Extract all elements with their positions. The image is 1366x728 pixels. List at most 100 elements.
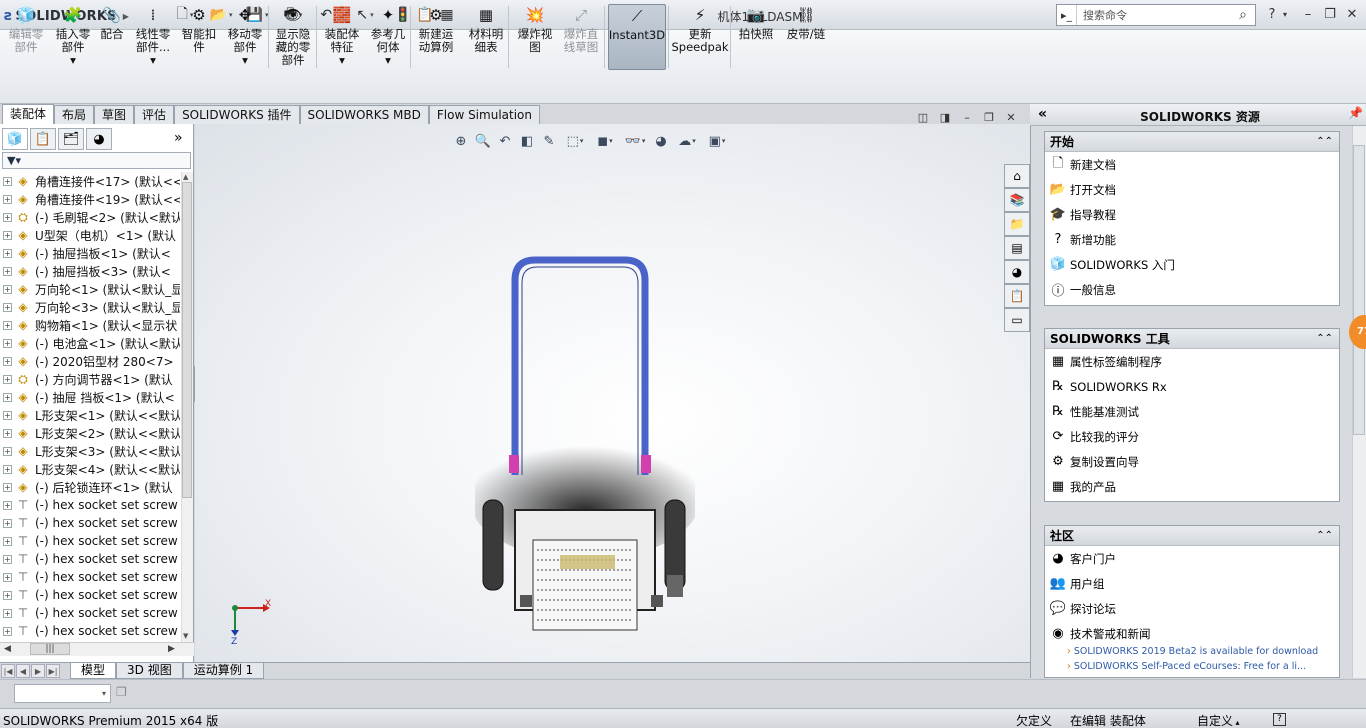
tree-item[interactable]: + ⊤ (-) hex socket set screw (0, 496, 180, 514)
view-settings-icon[interactable]: ▣ ▾ (702, 130, 732, 152)
prev-tab-icon[interactable]: ◀ (16, 664, 30, 678)
tile-icon[interactable]: ◫ (912, 111, 934, 125)
resource-link[interactable]: 🎓 指导教程 (1045, 202, 1339, 227)
expand-icon[interactable]: + (3, 500, 12, 510)
tree-item[interactable]: + ◈ L形支架<1> (默认<<默认 (0, 406, 180, 424)
bottom-tab-0[interactable]: 模型 (70, 663, 117, 679)
tree-item[interactable]: + ◈ (-) 抽屉挡板<1> (默认< (0, 244, 180, 262)
search-input[interactable]: 搜索命令 (1077, 7, 1231, 23)
tab-3[interactable]: 评估 (134, 105, 175, 124)
close-button[interactable]: ✕ (1342, 4, 1362, 24)
ribbon-bom-button[interactable]: ▦ 材料明 细表 (462, 4, 510, 70)
chevron-down-icon[interactable]: ▾ (722, 137, 726, 145)
restore-button[interactable]: ❐ (1320, 4, 1340, 24)
tree-item[interactable]: + ⊤ (-) hex socket set screw (0, 550, 180, 568)
file-explorer-icon[interactable]: 📁 (1004, 212, 1030, 236)
config-manager-icon[interactable]: 🗂 (58, 128, 84, 150)
expand-icon[interactable]: + (3, 446, 12, 456)
tree-scrollbar-thumb[interactable] (182, 182, 192, 498)
tab-0[interactable]: 装配体 (2, 104, 55, 124)
design-library-icon[interactable]: 📚 (1004, 188, 1030, 212)
hide-show-icon[interactable]: 👓 ▾ (620, 130, 650, 152)
resource-link[interactable]: ? 新增功能 (1045, 227, 1339, 252)
tree-item[interactable]: + ⛭ (-) 方向调节器<1> (默认 (0, 370, 180, 388)
scroll-left-icon[interactable]: ◀ (4, 644, 11, 654)
resource-link[interactable]: 🗋 新建文档 (1045, 152, 1339, 177)
expand-icon[interactable]: + (3, 518, 12, 528)
ribbon-snapshot-button[interactable]: 📷 拍快照 (734, 4, 778, 70)
expand-icon[interactable]: + (3, 176, 12, 186)
section-view-icon[interactable]: ◧ (516, 130, 538, 152)
doc-restore-button[interactable]: ❐ (978, 111, 1000, 125)
section-header[interactable]: 开始 ⌃⌃ (1045, 132, 1339, 152)
tree-item[interactable]: + ◈ 万向轮<3> (默认<默认_显 (0, 298, 180, 316)
units-selector[interactable]: 自定义 ▴ (1197, 712, 1240, 728)
zoom-fit-icon[interactable]: ⊕ (450, 130, 472, 152)
chevron-down-icon[interactable]: ▾ (580, 137, 584, 145)
expand-icon[interactable]: + (3, 266, 12, 276)
resource-link[interactable]: 🧊 SOLIDWORKS 入门 (1045, 252, 1339, 277)
feature-manager-icon[interactable]: 🧊 (2, 128, 28, 150)
zoom-area-icon[interactable]: 🔍 (472, 130, 494, 152)
task-pane-scroll-thumb[interactable] (1353, 145, 1365, 435)
ribbon-mate-button[interactable]: 📎 配合 (96, 4, 128, 70)
ribbon-ref-geometry-button[interactable]: ✦ 参考几 何体 ▾ (366, 4, 410, 70)
tree-item[interactable]: + ◈ 角槽连接件<19> (默认<< (0, 190, 180, 208)
property-manager-icon[interactable]: 📋 (30, 128, 56, 150)
tree-item[interactable]: + ⊤ (-) hex socket set screw (0, 604, 180, 622)
resource-link[interactable]: 👥 用户组 (1045, 571, 1339, 596)
tab-2[interactable]: 草图 (94, 105, 135, 124)
tab-6[interactable]: Flow Simulation (428, 105, 540, 124)
edit-appearance-icon[interactable]: ◕ (650, 130, 672, 152)
forum-icon[interactable]: ▭ (1004, 308, 1030, 332)
collapse-section-icon[interactable]: ⌃⌃ (1316, 132, 1333, 152)
tree-item[interactable]: + ◈ L形支架<4> (默认<<默认 (0, 460, 180, 478)
search-icon[interactable]: ⌕ (1231, 7, 1255, 23)
scene-icon[interactable]: ☁ ▾ (672, 130, 702, 152)
config-combo[interactable]: ▾ (14, 684, 111, 703)
tree-item[interactable]: + ◈ U型架（电机）<1> (默认 (0, 226, 180, 244)
collapse-section-icon[interactable]: ⌃⌃ (1316, 329, 1333, 349)
chevron-down-icon[interactable]: ▾ (642, 137, 646, 145)
tree-item[interactable]: + ⊤ (-) hex socket set screw (0, 532, 180, 550)
scroll-right-icon[interactable]: ▶ (168, 644, 175, 654)
expand-icon[interactable]: + (3, 356, 12, 366)
tile-alt-icon[interactable]: ◨ (934, 111, 956, 125)
display-style-icon[interactable]: ◼ ▾ (590, 130, 620, 152)
tree-item[interactable]: + ◈ L形支架<2> (默认<<默认 (0, 424, 180, 442)
tree-item[interactable]: + ⊤ (-) hex socket set screw (0, 568, 180, 586)
expand-icon[interactable]: + (3, 230, 12, 240)
ribbon-edit-component-button[interactable]: 🧊 编辑零 部件 (2, 4, 50, 70)
resource-link[interactable]: ⚙ 复制设置向导 (1045, 449, 1339, 474)
expand-icon[interactable]: + (3, 464, 12, 474)
ribbon-explode-line-button[interactable]: ⤢ 爆炸直 线草图 (558, 4, 604, 70)
view-palette-icon[interactable]: ▤ (1004, 236, 1030, 260)
tree-item[interactable]: + ◈ 角槽连接件<17> (默认<< (0, 172, 180, 190)
tree-item[interactable]: + ⛭ (-) 毛刷辊<2> (默认<默认 (0, 208, 180, 226)
previous-view-icon[interactable]: ↶ (494, 130, 516, 152)
hscroll-thumb[interactable]: ||| (30, 643, 70, 655)
dynamic-annotation-icon[interactable]: ✎ (538, 130, 560, 152)
chevron-double-right-icon[interactable]: » (174, 130, 183, 146)
ribbon-linear-pattern-button[interactable]: ⁞ 线性零 部件... ▾ (130, 4, 176, 70)
last-tab-icon[interactable]: ▶| (46, 664, 60, 678)
tree-item[interactable]: + ◈ (-) 抽屉 挡板<1> (默认< (0, 388, 180, 406)
resource-link[interactable]: ⟳ 比较我的评分 (1045, 424, 1339, 449)
expand-icon[interactable]: + (3, 338, 12, 348)
tree-item[interactable]: + ◈ 购物箱<1> (默认<显示状 (0, 316, 180, 334)
ribbon-explode-button[interactable]: 💥 爆炸视图 (512, 4, 558, 70)
expand-icon[interactable]: + (3, 410, 12, 420)
tree-item[interactable]: + ◈ 万向轮<1> (默认<默认_显 (0, 280, 180, 298)
tab-4[interactable]: SOLIDWORKS 插件 (174, 105, 300, 124)
bottom-tab-2[interactable]: 运动算例 1 (182, 663, 265, 679)
expand-icon[interactable]: + (3, 284, 12, 294)
tree-item[interactable]: + ◈ (-) 后轮锁连环<1> (默认 (0, 478, 180, 496)
tree-item[interactable]: + ⊤ (-) hex socket set screw (0, 586, 180, 604)
resource-link[interactable]: ⓘ 一般信息 (1045, 277, 1339, 302)
bottom-tab-1[interactable]: 3D 视图 (116, 663, 183, 679)
tab-5[interactable]: SOLIDWORKS MBD (299, 105, 429, 124)
expand-icon[interactable]: + (3, 428, 12, 438)
ribbon-smart-fastener-button[interactable]: ⚙ 智能扣件 (178, 4, 220, 70)
tab-1[interactable]: 布局 (54, 105, 95, 124)
expand-icon[interactable]: + (3, 320, 12, 330)
